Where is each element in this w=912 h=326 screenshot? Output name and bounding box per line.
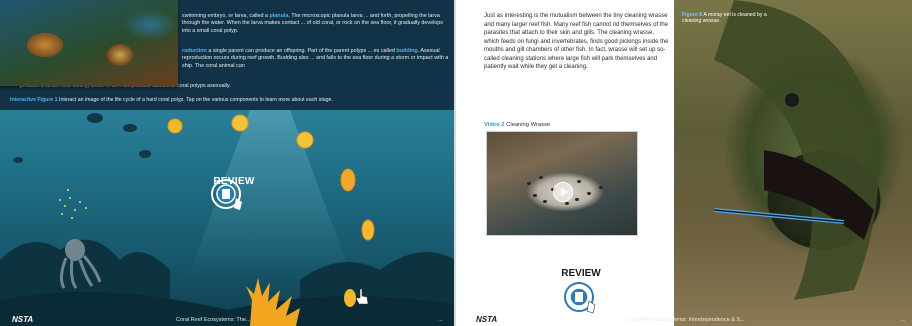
eel-illustration bbox=[713, 0, 879, 300]
paragraph-asexual: roduction a single parent can produce an… bbox=[182, 48, 452, 70]
review-label: REVIEW bbox=[561, 268, 601, 279]
egg-coin-icon bbox=[340, 168, 356, 192]
figure-label: Figure 8 bbox=[682, 12, 703, 18]
eel-eye bbox=[785, 93, 799, 107]
review-book-icon bbox=[211, 179, 242, 210]
figure-caption: Figure 8 A moray eel is cleaned by a cle… bbox=[682, 12, 772, 25]
paragraph-planula: swimming embryo, or larva, called a plan… bbox=[182, 13, 452, 35]
page-footer: NSTA Coral Reef Ecosystems: Interdepende… bbox=[456, 314, 912, 326]
reproduction-term[interactable]: roduction bbox=[182, 48, 207, 54]
hand-pointer-icon bbox=[355, 288, 369, 305]
nsta-logo: NSTA bbox=[476, 315, 498, 324]
planula-link[interactable]: planula bbox=[269, 13, 288, 19]
coral-photo bbox=[0, 0, 178, 86]
interactive-figure-label: Interactive Figure 1 bbox=[10, 97, 58, 103]
footer-title: Coral Reef Ecosystems: The... bbox=[176, 317, 251, 323]
play-icon[interactable] bbox=[553, 182, 573, 202]
sun-coin-icon bbox=[231, 114, 249, 132]
review-book-icon bbox=[564, 282, 596, 314]
page-number: ... bbox=[901, 317, 906, 323]
hand-pointer-icon bbox=[586, 300, 596, 314]
video-label: Video 2 bbox=[484, 122, 505, 128]
left-page: swimming embryo, or larva, called a plan… bbox=[0, 0, 456, 326]
larva-coin-icon bbox=[361, 219, 375, 241]
page-number: ... bbox=[438, 317, 443, 323]
page-footer: NSTA Coral Reef Ecosystems: The... ... bbox=[0, 314, 456, 326]
interactive-figure-caption: Interactive Figure 1 Interact an image o… bbox=[10, 97, 450, 104]
spawn-particles bbox=[59, 189, 87, 219]
text: Interact an image of the life cycle of a… bbox=[57, 97, 333, 103]
video-caption: Video 2 Cleaning Wrasse bbox=[484, 122, 550, 128]
review-button[interactable]: REVIEW bbox=[206, 176, 262, 232]
fish-icon bbox=[13, 157, 23, 163]
fish-icon bbox=[139, 150, 151, 158]
fish-icon bbox=[87, 113, 103, 123]
text: a single parent can produce an offspring… bbox=[206, 48, 397, 54]
right-page: Just as interesting is the mutualism bet… bbox=[456, 0, 912, 326]
budding-link[interactable]: budding bbox=[396, 48, 417, 54]
nsta-logo: NSTA bbox=[12, 315, 34, 324]
hand-pointer-icon bbox=[234, 198, 242, 210]
footer-title: Coral Reef Ecosystems: Interdependence &… bbox=[628, 317, 745, 323]
mutualism-paragraph: Just as interesting is the mutualism bet… bbox=[484, 13, 669, 70]
sun-coin-icon bbox=[167, 118, 183, 134]
fish-icon bbox=[123, 124, 137, 132]
moray-eel-photo: Figure 8 A moray eel is cleaned by a cle… bbox=[674, 0, 912, 326]
video-player[interactable] bbox=[486, 131, 638, 236]
text: swimming embryo, or larva, called a bbox=[182, 13, 270, 19]
video-title: Cleaning Wrasse bbox=[504, 122, 551, 128]
sun-coin-icon bbox=[296, 131, 314, 149]
coral-life-cycle-interactive[interactable]: REVIEW bbox=[0, 110, 456, 326]
